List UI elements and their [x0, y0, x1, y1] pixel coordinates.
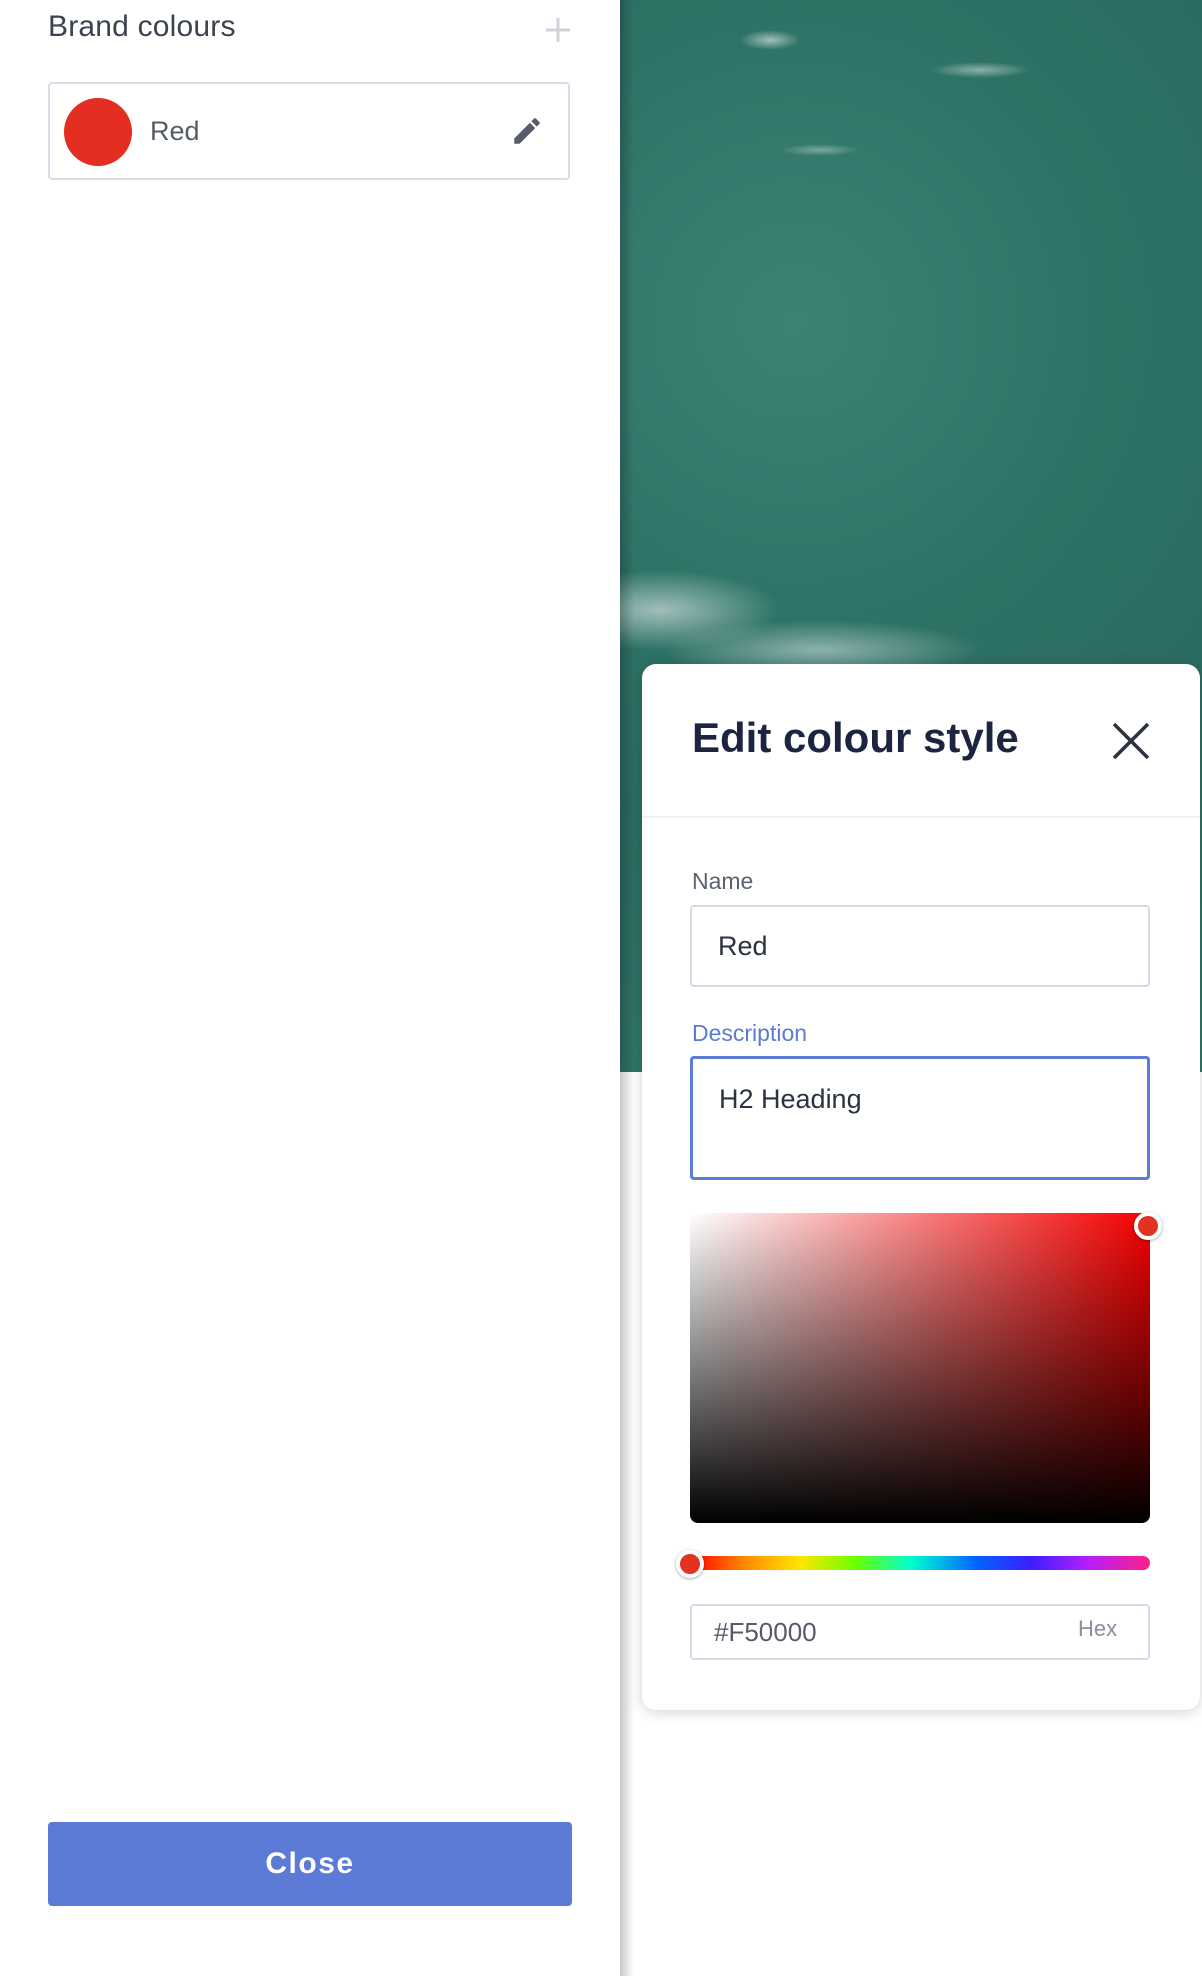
name-input[interactable] — [690, 905, 1150, 987]
edit-colour-dialog: Edit colour style Name Description H2 He… — [642, 664, 1200, 1710]
panel-title: Brand colours — [48, 10, 236, 43]
close-icon[interactable] — [1108, 718, 1154, 764]
hue-handle[interactable] — [676, 1550, 704, 1578]
hex-label: Hex — [1078, 1616, 1118, 1641]
dialog-title: Edit colour style — [692, 714, 1019, 761]
close-button[interactable]: Close — [48, 1822, 572, 1906]
saturation-value-handle[interactable] — [1134, 1212, 1162, 1240]
colour-name: Red — [150, 116, 200, 146]
saturation-value-picker[interactable] — [690, 1213, 1150, 1523]
brand-colours-panel: Brand colours Red Close — [0, 0, 620, 1976]
hue-slider[interactable] — [690, 1556, 1150, 1570]
colour-swatch — [64, 98, 132, 166]
description-label: Description — [692, 1020, 808, 1046]
name-label: Name — [692, 868, 754, 894]
description-input[interactable]: H2 Heading — [690, 1056, 1150, 1180]
colour-item-red[interactable]: Red — [48, 82, 570, 180]
plus-icon[interactable] — [542, 14, 574, 46]
pencil-icon[interactable] — [510, 114, 544, 148]
panel-shadow — [620, 0, 634, 1976]
dialog-divider — [642, 816, 1200, 818]
